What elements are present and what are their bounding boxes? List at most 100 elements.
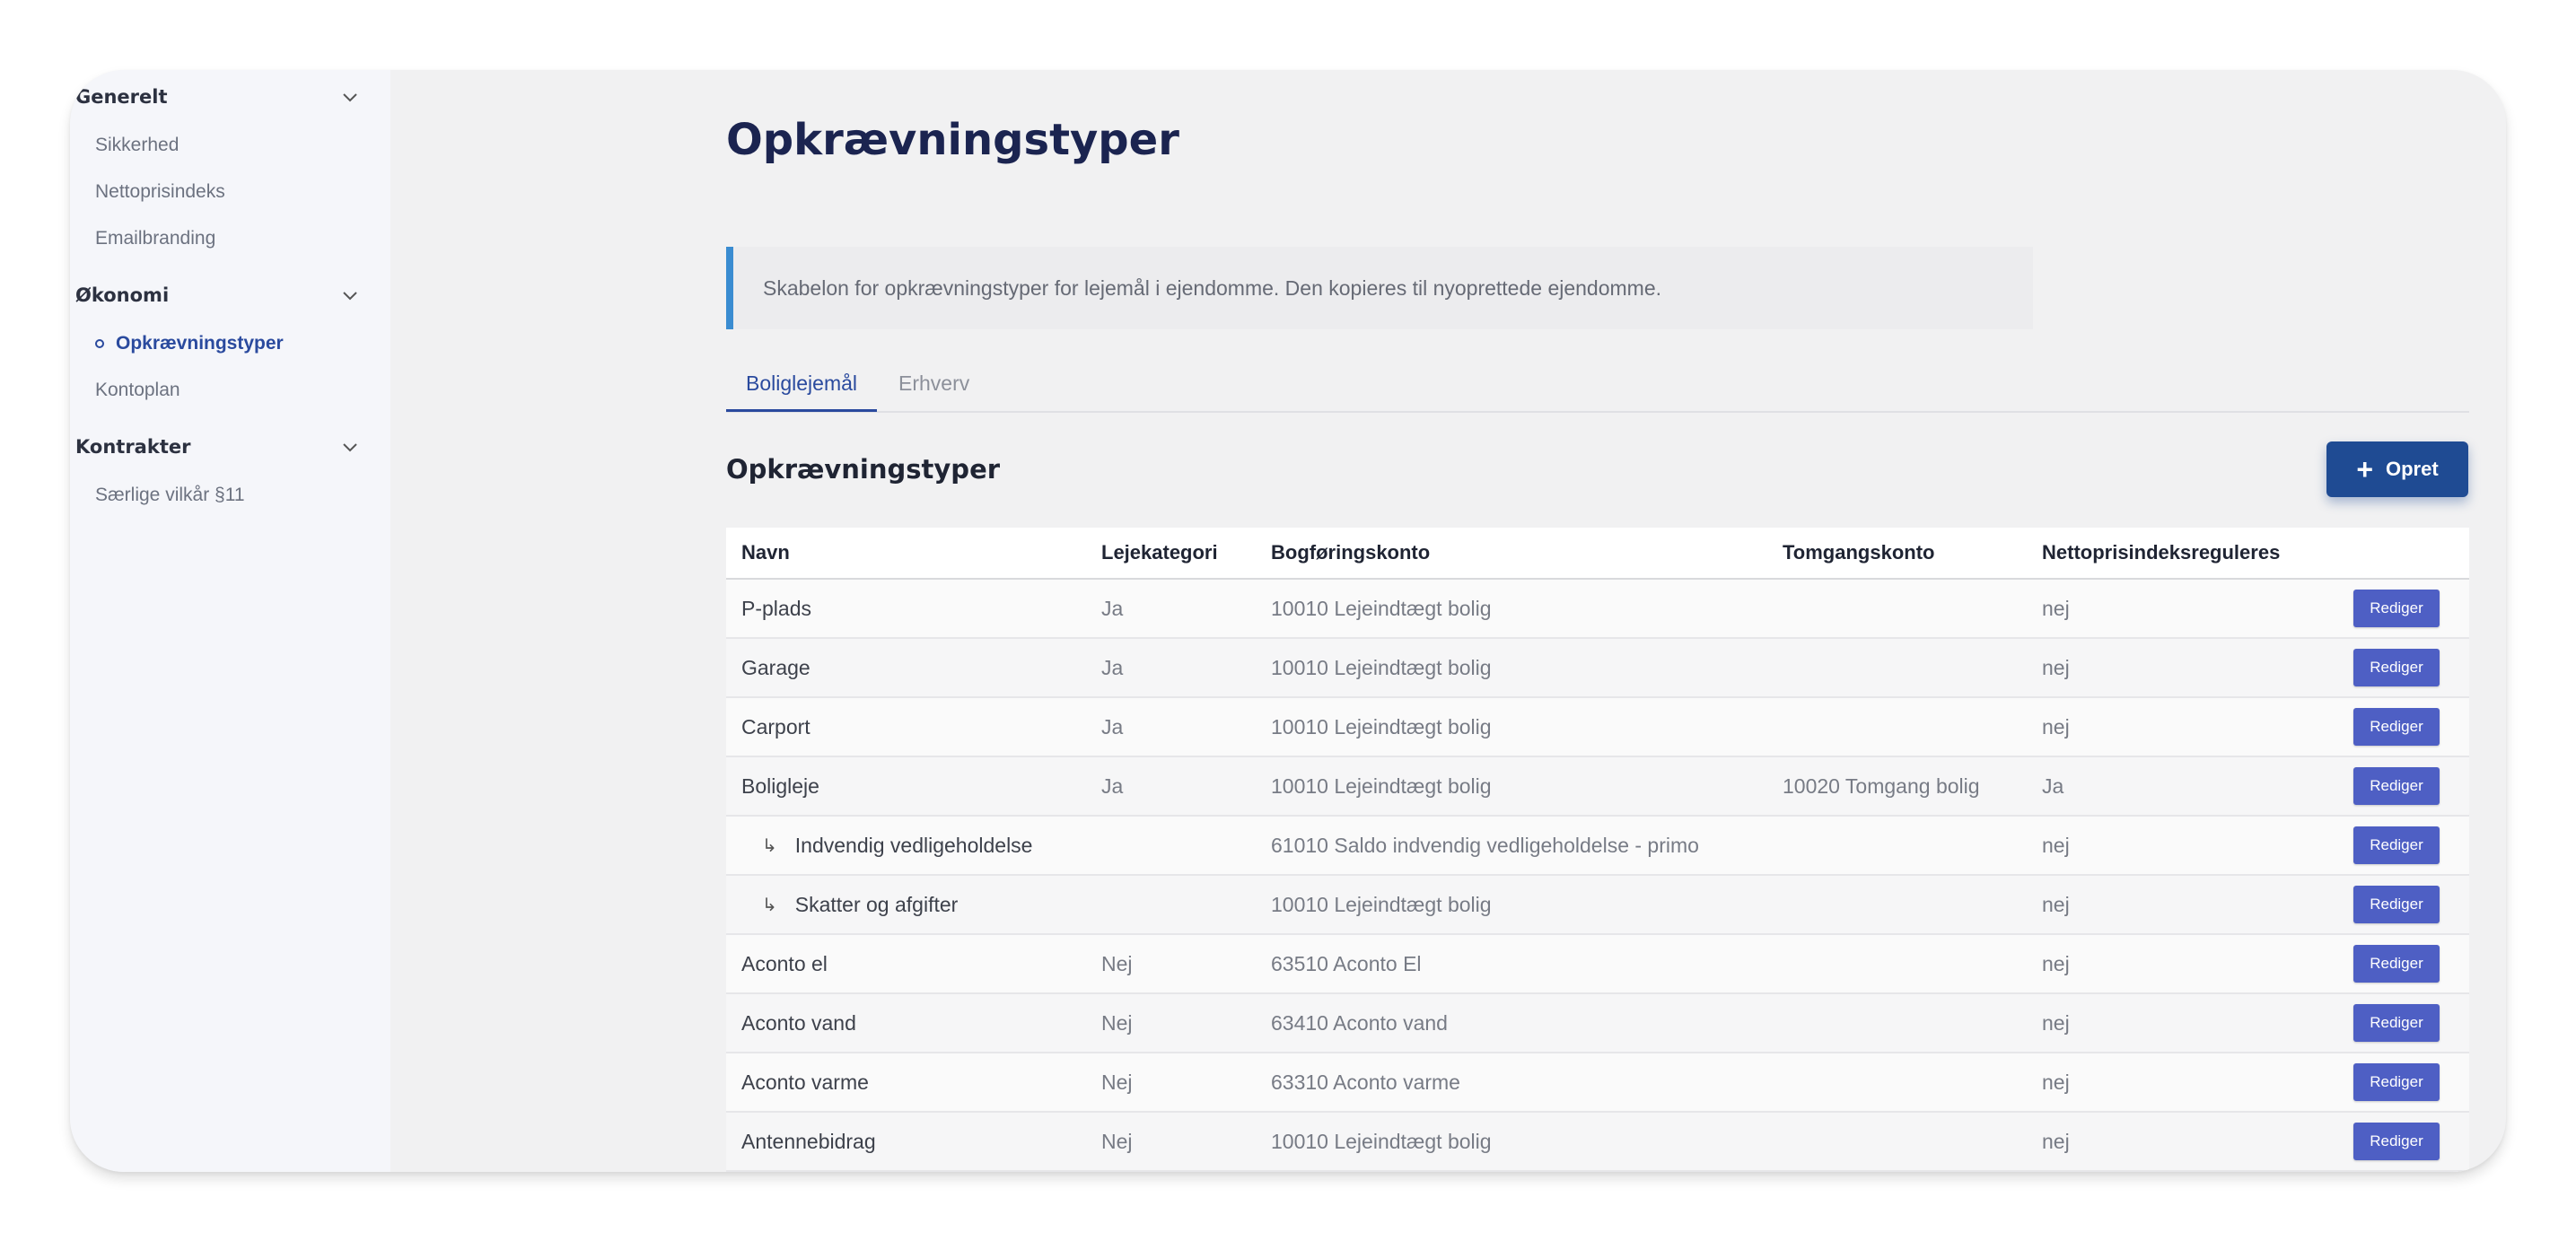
cell-nettoprisindeks: nej: [2042, 596, 2070, 620]
column-header-lejekategori: Lejekategori: [1101, 541, 1218, 564]
sidebar-group-kontrakter[interactable]: Kontrakter: [75, 429, 372, 465]
edit-button[interactable]: Rediger: [2353, 1004, 2440, 1042]
cell-nettoprisindeks: nej: [2042, 714, 2070, 738]
cell-lejekategori: Nej: [1101, 1129, 1133, 1153]
cell-navn-text: Skatter og afgifter: [794, 892, 959, 916]
cell-navn: Boligleje: [741, 757, 819, 815]
cell-lejekategori: Ja: [1101, 714, 1124, 738]
table-row: Aconto vand Nej 63410 Aconto vand nej Redige…: [726, 994, 2469, 1053]
create-button[interactable]: + Opret: [2326, 441, 2468, 497]
sidebar-item-label: Opkrævningstyper: [116, 333, 284, 354]
cell-lejekategori: Nej: [1101, 1010, 1133, 1035]
column-header-tomgangskonto: Tomgangskonto: [1783, 541, 1935, 564]
cell-bogforingskonto: 63510 Aconto El: [1271, 951, 1422, 975]
table-row: P-plads Ja 10010 Lejeindtægt bolig nej Redig…: [726, 580, 2469, 639]
cell-tomgangskonto: 10020 Tomgang bolig: [1783, 773, 1980, 798]
column-header-nettoprisindeks: Nettoprisindeksreguleres: [2042, 541, 2281, 564]
sub-item-arrow-icon: ↳: [762, 835, 777, 856]
edit-button[interactable]: Rediger: [2353, 1063, 2440, 1101]
cell-navn: Antennebidrag: [741, 1113, 876, 1170]
cell-navn: P-plads: [741, 580, 811, 637]
cell-bogforingskonto: 10010 Lejeindtægt bolig: [1271, 892, 1492, 916]
sidebar: Generelt Sikkerhed Nettoprisindeks Email…: [70, 70, 390, 1172]
cell-navn: ↳ Indvendig vedligeholdelse: [762, 817, 1032, 874]
column-header-navn: Navn: [741, 541, 790, 564]
sub-item-arrow-icon: ↳: [762, 895, 777, 915]
cell-navn-text: Carport: [741, 714, 810, 738]
sidebar-group-label: Kontrakter: [75, 436, 191, 458]
cell-nettoprisindeks: nej: [2042, 892, 2070, 916]
cell-lejekategori: Nej: [1101, 1070, 1133, 1094]
sidebar-group-label: Generelt: [75, 86, 168, 108]
table-row: ↳ Skatter og afgifter 10010 Lejeindtægt bo…: [726, 876, 2469, 935]
table-row: ↳ Indvendig vedligeholdelse 61010 Saldo in…: [726, 817, 2469, 876]
sidebar-item-opkraevningstyper[interactable]: Opkrævningstyper: [95, 330, 284, 357]
sidebar-item-emailbranding[interactable]: Emailbranding: [95, 225, 215, 252]
tab-bar: Boliglejemål Erhverv: [726, 357, 2469, 413]
cell-navn: Aconto el: [741, 935, 828, 992]
cell-bogforingskonto: 10010 Lejeindtægt bolig: [1271, 714, 1492, 738]
tab-erhverv[interactable]: Erhverv: [898, 357, 969, 409]
cell-navn: Carport: [741, 698, 810, 756]
main-content: Opkrævningstyper Skabelon for opkrævning…: [390, 70, 2506, 1172]
cell-nettoprisindeks: nej: [2042, 951, 2070, 975]
cell-navn-text: P-plads: [741, 596, 811, 620]
edit-button[interactable]: Rediger: [2353, 649, 2440, 686]
edit-button[interactable]: Rediger: [2353, 590, 2440, 627]
table-header-row: Navn Lejekategori Bogføringskonto Tomgan…: [726, 528, 2469, 580]
cell-navn-text: Aconto varme: [741, 1070, 869, 1094]
sidebar-item-saerlige-vilkaar[interactable]: Særlige vilkår §11: [95, 482, 245, 509]
active-indicator-icon: [95, 339, 104, 348]
cell-lejekategori: Ja: [1101, 773, 1124, 798]
app-window: Generelt Sikkerhed Nettoprisindeks Email…: [70, 70, 2506, 1172]
plus-icon: +: [2356, 453, 2373, 485]
cell-navn: ↳ Skatter og afgifter: [762, 876, 958, 933]
cell-navn-text: Aconto vand: [741, 1010, 856, 1035]
cell-bogforingskonto: 10010 Lejeindtægt bolig: [1271, 655, 1492, 679]
cell-navn: Aconto varme: [741, 1053, 869, 1111]
chevron-down-icon: [343, 93, 357, 102]
sidebar-group-label: Økonomi: [75, 284, 170, 306]
cell-bogforingskonto: 10010 Lejeindtægt bolig: [1271, 596, 1492, 620]
cell-lejekategori: Ja: [1101, 596, 1124, 620]
section-title: Opkrævningstyper: [726, 454, 1001, 485]
edit-button[interactable]: Rediger: [2353, 767, 2440, 805]
info-callout: Skabelon for opkrævningstyper for lejemå…: [726, 247, 2033, 329]
sidebar-item-kontoplan[interactable]: Kontoplan: [95, 377, 180, 404]
table-row: Boligleje Ja 10010 Lejeindtægt bolig 10020 …: [726, 757, 2469, 817]
cell-bogforingskonto: 10010 Lejeindtægt bolig: [1271, 773, 1492, 798]
sidebar-item-nettoprisindeks[interactable]: Nettoprisindeks: [95, 179, 225, 205]
chevron-down-icon: [343, 292, 357, 301]
edit-button[interactable]: Rediger: [2353, 826, 2440, 864]
cell-lejekategori: Ja: [1101, 655, 1124, 679]
edit-button[interactable]: Rediger: [2353, 945, 2440, 983]
create-button-label: Opret: [2386, 458, 2439, 480]
cell-nettoprisindeks: nej: [2042, 1010, 2070, 1035]
cell-navn-text: Aconto el: [741, 951, 828, 975]
cell-bogforingskonto: 61010 Saldo indvendig vedligeholdelse - …: [1271, 833, 1699, 857]
cell-navn: Aconto vand: [741, 994, 856, 1052]
table-row: Carport Ja 10010 Lejeindtægt bolig nej Redig…: [726, 698, 2469, 757]
sidebar-item-sikkerhed[interactable]: Sikkerhed: [95, 132, 179, 159]
cell-navn-text: Garage: [741, 655, 810, 679]
charge-types-table: Navn Lejekategori Bogføringskonto Tomgan…: [726, 528, 2469, 1172]
sidebar-group-generelt[interactable]: Generelt: [75, 79, 372, 115]
edit-button[interactable]: Rediger: [2353, 1123, 2440, 1160]
column-header-bogforingskonto: Bogføringskonto: [1271, 541, 1431, 564]
cell-bogforingskonto: 10010 Lejeindtægt bolig: [1271, 1129, 1492, 1153]
table-row: Antennebidrag Nej 10010 Lejeindtægt bolig n…: [726, 1113, 2469, 1172]
page-title: Opkrævningstyper: [726, 115, 1179, 165]
info-text: Skabelon for opkrævningstyper for lejemå…: [763, 275, 1662, 300]
sidebar-group-okonomi[interactable]: Økonomi: [75, 277, 372, 313]
cell-nettoprisindeks: nej: [2042, 1129, 2070, 1153]
cell-nettoprisindeks: Ja: [2042, 773, 2064, 798]
edit-button[interactable]: Rediger: [2353, 708, 2440, 746]
table-row: Aconto el Nej 63510 Aconto El nej Rediger: [726, 935, 2469, 994]
cell-navn-text: Boligleje: [741, 773, 819, 798]
cell-navn-text: Antennebidrag: [741, 1129, 876, 1153]
edit-button[interactable]: Rediger: [2353, 886, 2440, 923]
tab-boliglejemaal[interactable]: Boliglejemål: [726, 357, 878, 412]
cell-bogforingskonto: 63410 Aconto vand: [1271, 1010, 1448, 1035]
chevron-down-icon: [343, 443, 357, 452]
cell-bogforingskonto: 63310 Aconto varme: [1271, 1070, 1460, 1094]
